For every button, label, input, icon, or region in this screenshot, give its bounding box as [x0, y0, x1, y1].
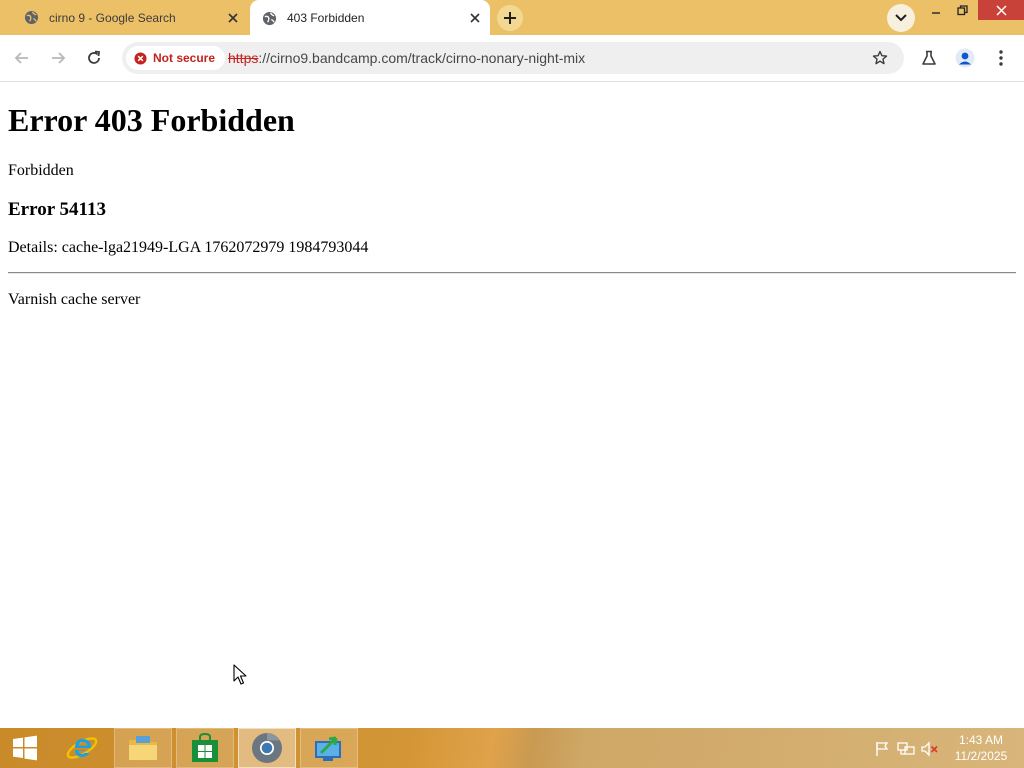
error-message: Forbidden: [8, 162, 74, 179]
monitor-arrow-icon: [315, 736, 341, 761]
clock-date: 11/2/2025: [954, 749, 1008, 763]
close-icon: [995, 4, 1007, 16]
tab-title: cirno 9 - Google Search: [49, 10, 176, 25]
store-icon: [192, 733, 218, 762]
tab-strip: cirno 9 - Google Search 403 Forbidden: [0, 0, 1024, 36]
windows-logo-icon: [13, 735, 37, 761]
address-bar[interactable]: Not secure https://cirno9.bandcamp.com/t…: [122, 42, 904, 74]
error-details: Details: cache-lga21949-LGA 1762072979 1…: [8, 239, 369, 256]
start-button[interactable]: [0, 728, 50, 768]
action-center-icon[interactable]: [873, 740, 891, 758]
new-tab-button[interactable]: [497, 5, 523, 31]
close-tab-icon[interactable]: [222, 7, 244, 29]
server-footer: Varnish cache server: [8, 291, 141, 308]
tab-403-forbidden[interactable]: 403 Forbidden: [250, 0, 490, 36]
taskbar: 1:43 AM 11/2/2025: [0, 728, 1024, 768]
arrow-right-icon: [52, 52, 66, 64]
clock-time: 1:43 AM: [958, 733, 1004, 747]
url-scheme: https: [228, 50, 259, 66]
internet-explorer-icon: [66, 737, 98, 759]
forward-button[interactable]: [44, 44, 72, 72]
url-path: ://cirno9.bandcamp.com/track/cirno-nonar…: [258, 50, 586, 66]
tab-google-search[interactable]: cirno 9 - Google Search: [12, 0, 248, 35]
divider: [8, 272, 1016, 274]
profile-button[interactable]: [952, 45, 978, 71]
bookmark-button[interactable]: [868, 46, 892, 70]
plus-icon: [504, 12, 516, 24]
back-button[interactable]: [8, 44, 36, 72]
close-tab-icon[interactable]: [464, 7, 486, 29]
flask-icon: [922, 50, 936, 65]
globe-icon: [24, 10, 39, 25]
url-text[interactable]: https://cirno9.bandcamp.com/track/cirno-…: [228, 42, 585, 74]
network-icon[interactable]: [897, 740, 915, 758]
mouse-cursor-icon: [233, 664, 247, 685]
taskbar-chrome[interactable]: [238, 728, 296, 768]
close-window-button[interactable]: [978, 0, 1024, 20]
taskbar-store[interactable]: [176, 728, 234, 768]
reload-button[interactable]: [80, 44, 108, 72]
browser-toolbar: Not secure https://cirno9.bandcamp.com/t…: [0, 35, 1024, 82]
chevron-down-icon: [895, 14, 907, 22]
tab-search-button[interactable]: [887, 4, 915, 32]
avatar-icon: [955, 48, 975, 68]
reload-icon: [88, 50, 101, 64]
chrome-icon: [252, 733, 282, 763]
star-icon: [872, 50, 888, 65]
site-info-chip[interactable]: Not secure: [126, 46, 226, 70]
restore-button[interactable]: [947, 0, 977, 20]
restore-icon: [956, 4, 968, 15]
tab-title: 403 Forbidden: [287, 11, 365, 25]
page-content: Error 403 Forbidden Forbidden Error 5411…: [0, 82, 1024, 728]
warning-icon: [134, 51, 147, 65]
taskbar-remote-app[interactable]: [300, 728, 358, 768]
labs-button[interactable]: [916, 45, 942, 71]
error-code: Error 54113: [8, 199, 106, 220]
taskbar-file-explorer[interactable]: [114, 728, 172, 768]
more-vertical-icon: [999, 50, 1003, 66]
page-heading: Error 403 Forbidden: [8, 102, 295, 138]
minimize-icon: [932, 12, 940, 14]
menu-button[interactable]: [988, 45, 1014, 71]
taskbar-internet-explorer[interactable]: [53, 728, 111, 768]
arrow-left-icon: [14, 52, 28, 64]
folder-icon: [129, 736, 157, 760]
system-clock[interactable]: 1:43 AM 11/2/2025: [944, 732, 1018, 764]
globe-icon: [262, 11, 277, 26]
not-secure-label: Not secure: [153, 51, 216, 65]
volume-muted-icon[interactable]: [921, 740, 939, 758]
